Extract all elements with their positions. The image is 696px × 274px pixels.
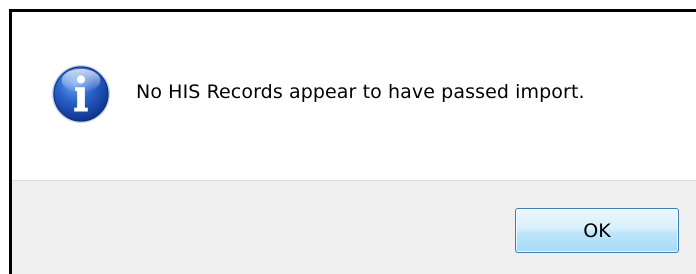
info-icon [51, 64, 111, 124]
message-dialog: No HIS Records appear to have passed imp… [0, 0, 696, 274]
dialog-message: No HIS Records appear to have passed imp… [136, 81, 585, 103]
ok-button[interactable]: OK [515, 208, 679, 253]
dialog-button-bar: OK [12, 180, 696, 274]
